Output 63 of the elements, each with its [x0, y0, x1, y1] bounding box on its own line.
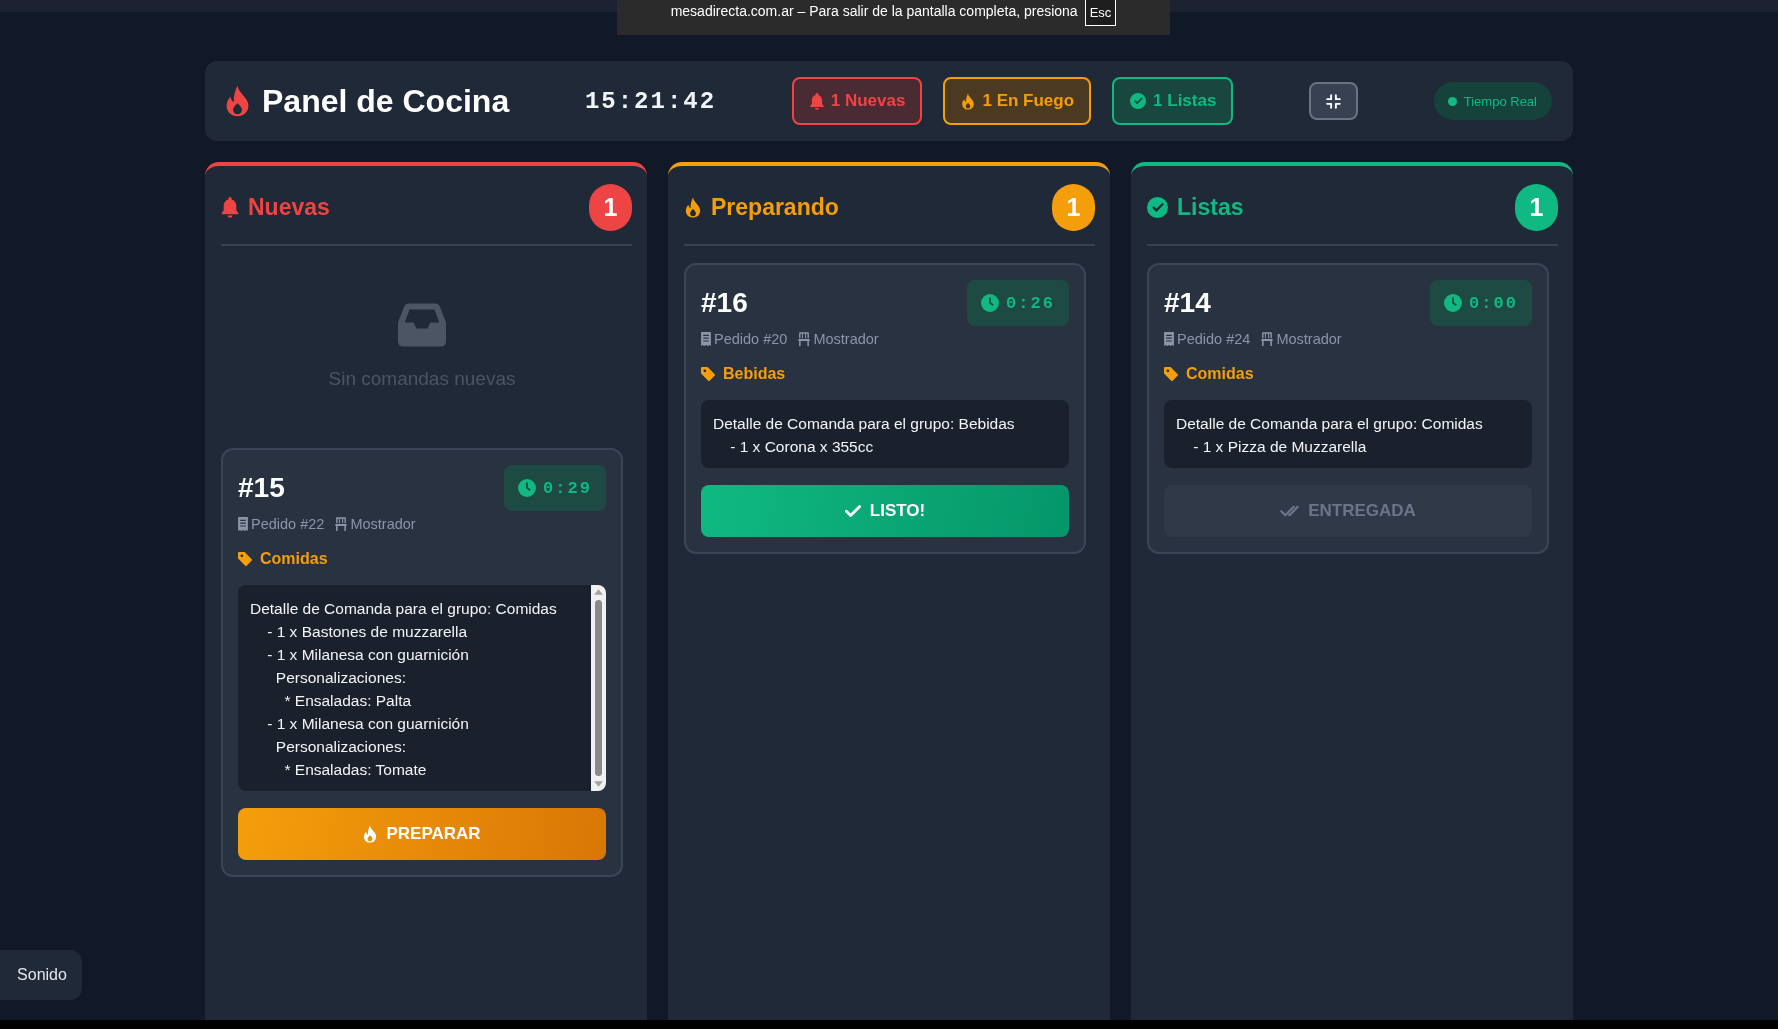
count-badge: 1 — [1052, 184, 1095, 231]
count-chip-label: 1 Nuevas — [830, 91, 906, 111]
flame-icon — [224, 85, 251, 117]
compress-button[interactable] — [1309, 82, 1359, 120]
order-detail-text: Detalle de Comanda para el grupo: Comidas - 1 x Bastones de muzzarella - 1 x Milanesa con guarnición Personalizaciones: * Ensaladas: Palta - 1 x Milanesa con guarnición Personalizaciones: * Ensaladas: Tomate — [249, 599, 558, 780]
receipt-icon — [1164, 332, 1174, 346]
clock-icon — [981, 294, 1000, 312]
status-dot-icon — [1447, 96, 1457, 106]
column-title: Preparando — [711, 194, 839, 221]
compress-icon — [1326, 93, 1342, 109]
tag-icon — [1164, 367, 1178, 381]
prepare-button[interactable]: PREPARAR — [238, 808, 606, 860]
order-reference: Pedido #22 — [251, 515, 325, 534]
chair-icon — [798, 332, 811, 346]
receipt-icon — [238, 517, 248, 531]
tag-icon — [238, 552, 252, 566]
timer-value: 0:26 — [1006, 293, 1055, 313]
order-location: Mostrador — [1276, 330, 1342, 349]
esc-key: Esc — [1084, 0, 1117, 26]
live-status-label: Tiempo Real — [1463, 93, 1537, 109]
order-detail-text: Detalle de Comanda para el grupo: Bebidas - 1 x Corona x 355cc — [712, 414, 1016, 457]
flame-icon — [684, 197, 702, 218]
clock-icon — [518, 479, 537, 497]
order-reference: Pedido #20 — [714, 330, 788, 349]
bell-icon — [809, 92, 824, 110]
timer-value: 0:00 — [1469, 293, 1518, 313]
clock-time: 15:21:42 — [584, 87, 717, 115]
flame-icon — [363, 825, 378, 843]
count-chip-label: 1 En Fuego — [982, 91, 1075, 111]
chair-icon — [1261, 332, 1274, 346]
check-icon — [844, 505, 861, 517]
column-title: Listas — [1177, 194, 1244, 221]
order-group: Comidas — [260, 549, 328, 569]
sound-button[interactable]: Sonido — [0, 950, 82, 1000]
order-number: #16 — [701, 287, 748, 319]
tag-icon — [701, 367, 715, 381]
flame-icon — [961, 92, 976, 110]
notice-text: mesadirecta.com.ar – Para salir de la pantalla completa, presiona — [670, 2, 1078, 21]
order-location: Mostrador — [350, 515, 416, 534]
order-group: Bebidas — [723, 364, 786, 384]
clock-icon — [1444, 294, 1463, 312]
timer-value: 0:29 — [543, 478, 592, 498]
bell-icon — [221, 197, 239, 218]
column-title: Nuevas — [248, 194, 330, 221]
scrollbar-thumb[interactable] — [595, 600, 602, 776]
chair-icon — [335, 517, 348, 531]
count-chip-label: 1 Listas — [1153, 91, 1217, 111]
page-title: Panel de Cocina — [262, 82, 510, 121]
receipt-icon — [701, 332, 711, 346]
order-number: #14 — [1164, 287, 1211, 319]
order-location: Mostrador — [813, 330, 879, 349]
order-group: Comidas — [1186, 364, 1254, 384]
double-check-icon — [1280, 505, 1300, 517]
scrollbar[interactable] — [591, 585, 606, 791]
order-number: #15 — [238, 472, 285, 504]
order-detail-text: Detalle de Comanda para el grupo: Comidas - 1 x Pizza de Muzzarella — [1175, 414, 1484, 457]
scroll-down-icon[interactable] — [594, 781, 603, 787]
count-badge: 1 — [1515, 184, 1558, 231]
count-badge: 1 — [589, 184, 632, 231]
scroll-up-icon[interactable] — [594, 589, 603, 595]
order-reference: Pedido #24 — [1177, 330, 1251, 349]
ready-button[interactable]: LISTO! — [701, 485, 1069, 537]
inbox-icon — [398, 303, 446, 347]
